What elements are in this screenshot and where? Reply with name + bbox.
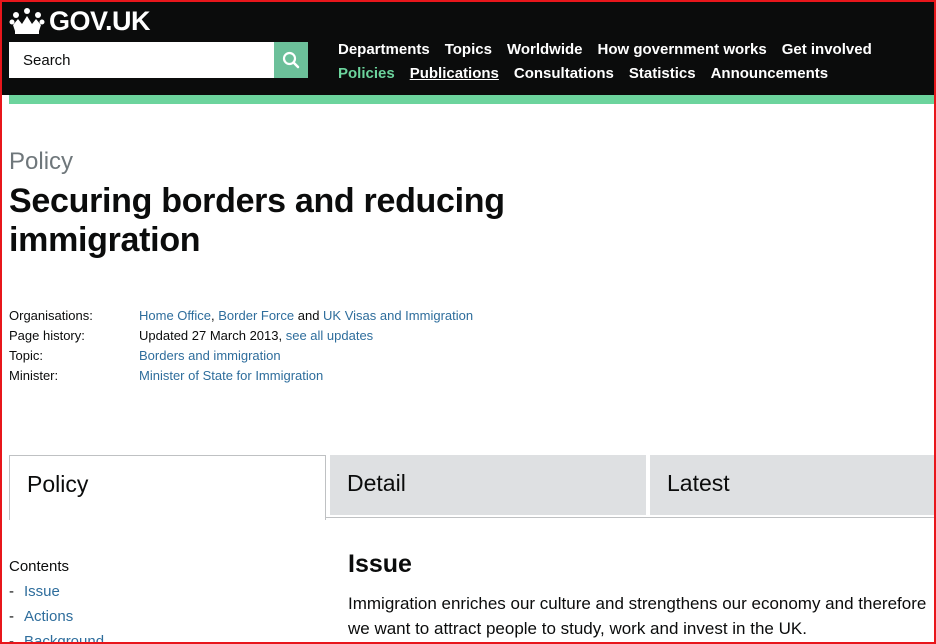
minister-link[interactable]: Minister of State for Immigration xyxy=(139,366,323,386)
nav-get-involved[interactable]: Get involved xyxy=(782,40,872,60)
contents-nav: Contents - Issue - Actions - Background xyxy=(9,554,104,644)
meta-row-minister: Minister: Minister of State for Immigrat… xyxy=(9,366,473,386)
section-heading: Issue xyxy=(348,550,412,578)
meta-label: Page history: xyxy=(9,328,85,343)
nav-how-government-works[interactable]: How government works xyxy=(598,40,767,60)
logo-text: GOV.UK xyxy=(49,6,151,36)
primary-nav-row-2: Policies Publications Consultations Stat… xyxy=(338,64,843,84)
header-accent-bar xyxy=(9,95,934,104)
list-item: - Actions xyxy=(9,604,104,629)
meta-row-history: Page history: Updated 27 March 2013, see… xyxy=(9,326,473,346)
meta-value: Home Office, Border Force and UK Visas a… xyxy=(139,306,473,326)
nav-topics[interactable]: Topics xyxy=(445,40,492,60)
primary-nav-row-1: Departments Topics Worldwide How governm… xyxy=(338,40,887,60)
search-bar xyxy=(9,42,308,78)
tabs-divider xyxy=(325,517,934,518)
search-button[interactable] xyxy=(274,42,308,78)
govuk-logo[interactable]: GOV.UK xyxy=(9,6,151,36)
org-link-uk-visas[interactable]: UK Visas and Immigration xyxy=(323,308,473,323)
nav-consultations[interactable]: Consultations xyxy=(514,64,614,84)
meta-row-topic: Topic: Borders and immigration xyxy=(9,346,473,366)
updated-text: Updated 27 March 2013, xyxy=(139,328,286,343)
meta-label: Topic: xyxy=(9,348,43,363)
page-title: Securing borders and reducing immigratio… xyxy=(9,182,505,259)
nav-publications[interactable]: Publications xyxy=(410,64,499,84)
see-all-updates-link[interactable]: see all updates xyxy=(286,328,373,343)
tab-latest[interactable]: Latest xyxy=(650,455,934,515)
policy-tabs: Policy Detail Latest xyxy=(9,455,934,520)
contents-link-background[interactable]: Background xyxy=(24,629,104,644)
contents-link-issue[interactable]: Issue xyxy=(24,579,60,604)
contents-heading: Contents xyxy=(9,558,70,575)
nav-worldwide[interactable]: Worldwide xyxy=(507,40,583,60)
tab-policy[interactable]: Policy xyxy=(9,455,326,520)
nav-announcements[interactable]: Announcements xyxy=(711,64,829,84)
nav-policies[interactable]: Policies xyxy=(338,64,395,84)
search-input[interactable] xyxy=(9,42,274,78)
meta-value: Updated 27 March 2013, see all updates xyxy=(139,326,373,346)
meta-label: Organisations: xyxy=(9,308,93,323)
tab-detail[interactable]: Detail xyxy=(330,455,646,515)
contents-link-actions[interactable]: Actions xyxy=(24,604,73,629)
topic-link[interactable]: Borders and immigration xyxy=(139,346,281,366)
policy-metadata: Organisations: Home Office, Border Force… xyxy=(9,306,473,386)
list-item: - Background xyxy=(9,629,104,644)
nav-departments[interactable]: Departments xyxy=(338,40,430,60)
crown-icon xyxy=(9,8,45,34)
nav-statistics[interactable]: Statistics xyxy=(629,64,696,84)
org-link-border-force[interactable]: Border Force xyxy=(218,308,294,323)
separator-and: and xyxy=(294,308,324,323)
meta-row-organisations: Organisations: Home Office, Border Force… xyxy=(9,306,473,326)
search-icon xyxy=(282,51,300,69)
list-item: - Issue xyxy=(9,579,104,604)
page-kicker: Policy xyxy=(9,148,74,175)
org-link-home-office[interactable]: Home Office xyxy=(139,308,211,323)
section-body: Immigration enriches our culture and str… xyxy=(348,594,927,638)
site-header: GOV.UK Departments Topics Worldwide How … xyxy=(0,0,936,95)
meta-label: Minister: xyxy=(9,368,59,383)
